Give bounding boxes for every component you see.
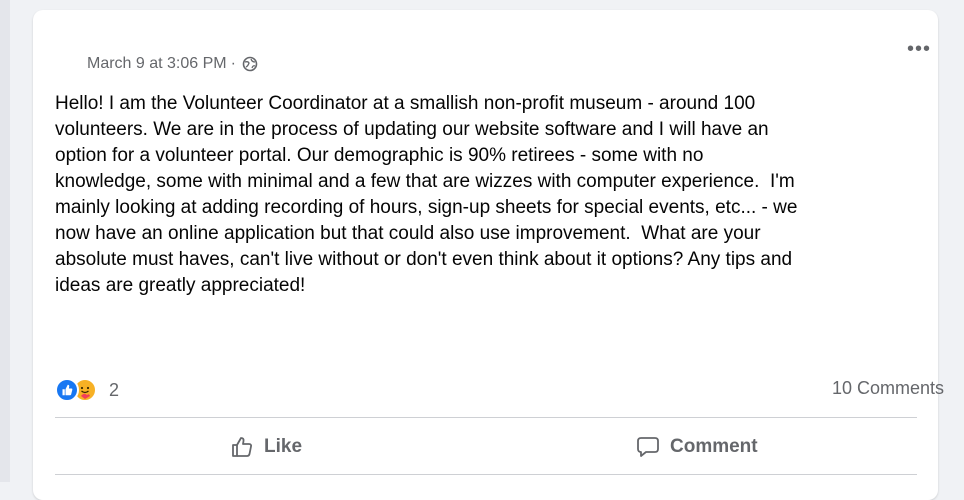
like-reaction-icon — [55, 378, 79, 402]
divider-top — [55, 417, 917, 418]
post-meta: March 9 at 3:06 PM · — [87, 55, 258, 73]
reaction-count: 2 — [109, 379, 120, 400]
globe-icon[interactable] — [242, 56, 258, 72]
meta-separator: · — [230, 55, 236, 72]
left-edge-panel — [0, 0, 10, 482]
post-timestamp[interactable]: March 9 at 3:06 PM — [87, 55, 227, 73]
divider-bottom — [55, 474, 917, 475]
ellipsis-icon: ••• — [906, 38, 931, 60]
post-body-text: Hello! I am the Volunteer Coordinator at… — [55, 93, 798, 296]
comment-bubble-icon — [636, 435, 660, 459]
thumbs-up-icon — [230, 435, 254, 459]
comment-button-label: Comment — [670, 436, 758, 457]
reactions-summary[interactable]: 2 — [55, 377, 119, 403]
like-button-label: Like — [264, 436, 303, 457]
comment-button[interactable]: Comment — [636, 428, 758, 466]
like-button[interactable]: Like — [230, 428, 302, 466]
comments-count-link[interactable]: 10 Comments — [832, 378, 944, 399]
more-options-button[interactable]: ••• — [904, 36, 934, 62]
